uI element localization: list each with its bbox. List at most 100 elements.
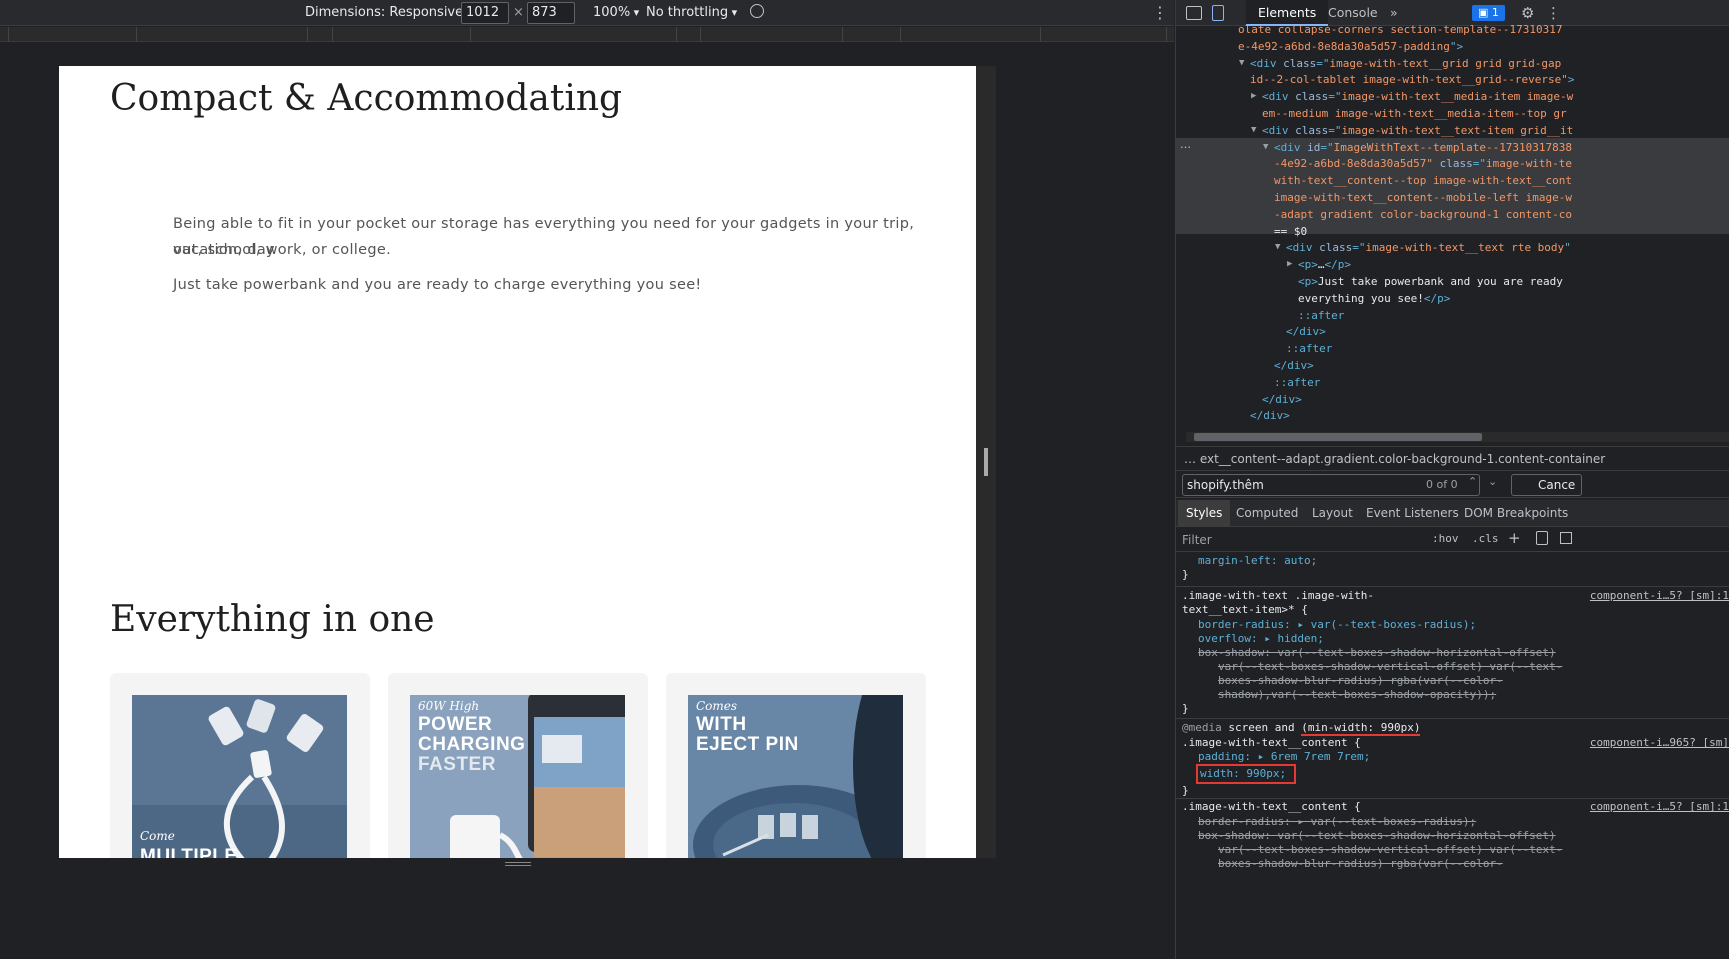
product-card-2[interactable]: 60W High POWER CHARGING FASTER [388, 673, 648, 858]
rule3-source-link[interactable]: component-i…5? [sm]:1 [1590, 800, 1729, 813]
card-2-script-text: 60W High [418, 699, 480, 713]
expand-arrow-icon[interactable]: ▶ [1251, 88, 1256, 105]
dom-node-line[interactable]: olate collapse-corners section-template-… [1238, 21, 1563, 38]
rule1-decl-shadow-l1[interactable]: box-shadow: var(--text-boxes-shadow-hori… [1198, 646, 1556, 660]
search-prev-icon[interactable]: ⌃ [1468, 475, 1477, 488]
sidebar-toggle-icon[interactable] [1560, 532, 1572, 544]
card-1-script-text: Come [140, 829, 175, 843]
dom-node-line[interactable]: -adapt gradient color-background-1 conte… [1274, 206, 1572, 223]
rule3-selector[interactable]: .image-with-text__content { [1182, 800, 1361, 814]
viewport-resize-handle[interactable] [984, 448, 988, 476]
dom-node-line[interactable]: ▼ <div class="image-with-text__text rte b… [1275, 239, 1571, 256]
dom-node-line[interactable]: </div> [1250, 407, 1290, 424]
search-next-icon[interactable]: ⌄ [1488, 475, 1497, 488]
dimensions-dropdown[interactable]: Dimensions: Responsive [305, 0, 472, 26]
more-vert-icon[interactable]: ⋮ [1152, 0, 1168, 26]
rule3-decl-shadow-l3: boxes-shadow-blur-radius) rgba(var(--col… [1218, 857, 1503, 870]
dom-tree[interactable]: olate collapse-corners section-template-… [1176, 21, 1729, 429]
subtab-event-listeners[interactable]: Event Listeners [1366, 500, 1459, 527]
width-input[interactable]: 1012 [461, 2, 509, 24]
new-rule-icon[interactable]: + [1508, 529, 1521, 547]
rule1-decl-shadow-l2: var(--text-boxes-shadow-vertical-offset)… [1218, 660, 1563, 673]
dom-node-line[interactable]: ▼ <div class="image-with-text__grid grid … [1239, 55, 1561, 72]
device-toggle-icon[interactable] [1212, 5, 1224, 21]
rule3-decl-radius[interactable]: border-radius: ▸ var(--text-boxes-radius… [1198, 815, 1476, 829]
rule2-decl-padding-text: padding: ▸ 6rem 7rem 7rem; [1198, 750, 1371, 763]
device-viewport[interactable]: Compact & Accommodating Being able to fi… [59, 66, 976, 858]
rule-separator [1176, 586, 1729, 587]
dom-node-line[interactable]: ▼ <div id="ImageWithText--template--17310… [1263, 139, 1572, 156]
collapse-arrow-icon[interactable]: ▼ [1239, 55, 1244, 72]
cls-toggle[interactable]: .cls [1472, 532, 1499, 545]
dom-node-line[interactable]: ::after [1274, 374, 1320, 391]
dom-token: <div [1262, 123, 1296, 137]
rule1-decl-overflow[interactable]: overflow: ▸ hidden; [1198, 632, 1324, 646]
dom-node-line[interactable]: id--2-col-tablet image-with-text__grid--… [1250, 71, 1575, 88]
dom-node-line[interactable]: </div> [1274, 357, 1314, 374]
viewport-bottom-resize-handle[interactable] [505, 862, 531, 866]
hscroll-thumb[interactable] [1194, 433, 1482, 441]
rule2-decl-width-highlighted[interactable]: width: 990px; [1196, 764, 1297, 784]
dom-token: class [1319, 241, 1353, 255]
collapse-arrow-icon[interactable]: ▼ [1251, 122, 1256, 139]
dom-node-line[interactable]: -4e92-a6bd-8e8da30a5d57" class="image-wi… [1274, 155, 1572, 172]
rule1-source-link[interactable]: component-i…5? [sm]:1 [1590, 589, 1729, 602]
collapse-arrow-icon[interactable]: ▼ [1263, 139, 1268, 156]
dom-token: =" [1472, 157, 1486, 171]
issues-badge[interactable]: ▣ 1 [1472, 5, 1505, 21]
dom-node-line[interactable]: ::after [1298, 307, 1344, 324]
throttling-dropdown[interactable]: No throttling [646, 0, 737, 26]
rule2-media-query[interactable]: @media screen and (min-width: 990px) [1182, 721, 1421, 736]
rule2-source-link[interactable]: component-i…965? [sm] [1590, 736, 1729, 749]
page-heading-everything: Everything in one [110, 599, 435, 640]
dom-node-line[interactable]: ▶ <div class="image-with-text__media-item… [1251, 88, 1573, 105]
subtab-layout[interactable]: Layout [1312, 500, 1353, 527]
zoom-dropdown[interactable]: 100% [593, 0, 639, 26]
dom-tree-hscroll[interactable] [1186, 432, 1729, 442]
search-result-count: 0 of 0 [1426, 478, 1458, 491]
dom-token: </div> [1274, 359, 1314, 372]
subtab-computed[interactable]: Computed [1236, 500, 1298, 527]
dom-node-line[interactable]: == $0 [1274, 223, 1307, 240]
rule0-declaration[interactable]: margin-left: auto; [1198, 554, 1317, 568]
dom-node-line[interactable]: ::after [1286, 340, 1332, 357]
dom-node-line[interactable]: em--medium image-with-text__media-item--… [1262, 105, 1567, 122]
styles-filter-input[interactable]: Filter [1182, 530, 1422, 550]
product-card-3[interactable]: Comes WITH EJECT PIN [666, 673, 926, 858]
dom-node-line[interactable]: with-text__content--top image-with-text_… [1274, 172, 1572, 189]
issues-count: 1 [1491, 6, 1499, 19]
subtab-styles[interactable]: Styles [1178, 500, 1231, 527]
rule1-decl-radius[interactable]: border-radius: ▸ var(--text-boxes-radius… [1198, 618, 1476, 632]
rule1-selector-line1[interactable]: .image-with-text .image-with- [1182, 589, 1374, 603]
rule2-selector[interactable]: .image-with-text__content { [1182, 736, 1361, 750]
dom-node-line[interactable]: </div> [1286, 323, 1326, 340]
search-cancel-button[interactable]: Cance [1511, 474, 1583, 496]
dom-breadcrumb[interactable]: … ext__content--adapt.gradient.color-bac… [1176, 446, 1729, 470]
rule2-close: } [1182, 784, 1189, 797]
subtab-dom-breakpoints[interactable]: DOM Breakpoints [1464, 500, 1568, 527]
paint-icon[interactable] [1536, 531, 1548, 545]
rule0-close: } [1182, 568, 1189, 581]
dom-token: everything you see! [1298, 291, 1424, 305]
rotate-icon[interactable] [750, 4, 764, 18]
rule3-decl-shadow-l1[interactable]: box-shadow: var(--text-boxes-shadow-hori… [1198, 829, 1556, 843]
dom-token: "> [1449, 39, 1464, 53]
dom-node-line[interactable]: ▼ <div class="image-with-text__text-item … [1251, 122, 1573, 139]
media-query-ruler[interactable] [0, 27, 1174, 42]
dom-node-line[interactable]: ▶ <p>…</p> [1287, 256, 1351, 273]
dom-node-line[interactable]: e-4e92-a6bd-8e8da30a5d57-padding"> [1238, 38, 1463, 55]
dom-node-line[interactable]: everything you see!</p> [1298, 290, 1450, 307]
hov-toggle[interactable]: :hov [1432, 532, 1459, 545]
rule2-decl-padding[interactable]: padding: ▸ 6rem 7rem 7rem; [1198, 750, 1370, 764]
expand-arrow-icon[interactable]: ▶ [1287, 256, 1292, 273]
height-input[interactable]: 873 [527, 2, 575, 24]
dom-node-line[interactable]: image-with-text__content--mobile-left im… [1274, 189, 1572, 206]
dom-token: =" [1328, 123, 1342, 137]
dom-node-line[interactable]: <p>Just take powerbank and you are ready [1298, 273, 1563, 290]
rule1-decl-shadow-l3: boxes-shadow-blur-radius) rgba(var(--col… [1218, 674, 1503, 687]
product-card-1[interactable]: Come MULTIPLE [110, 673, 370, 858]
collapse-arrow-icon[interactable]: ▼ [1275, 239, 1280, 256]
dom-node-line[interactable]: </div> [1262, 391, 1302, 408]
inspect-element-icon[interactable] [1186, 6, 1202, 20]
rule1-selector-line2[interactable]: text__text-item>* { [1182, 603, 1308, 617]
